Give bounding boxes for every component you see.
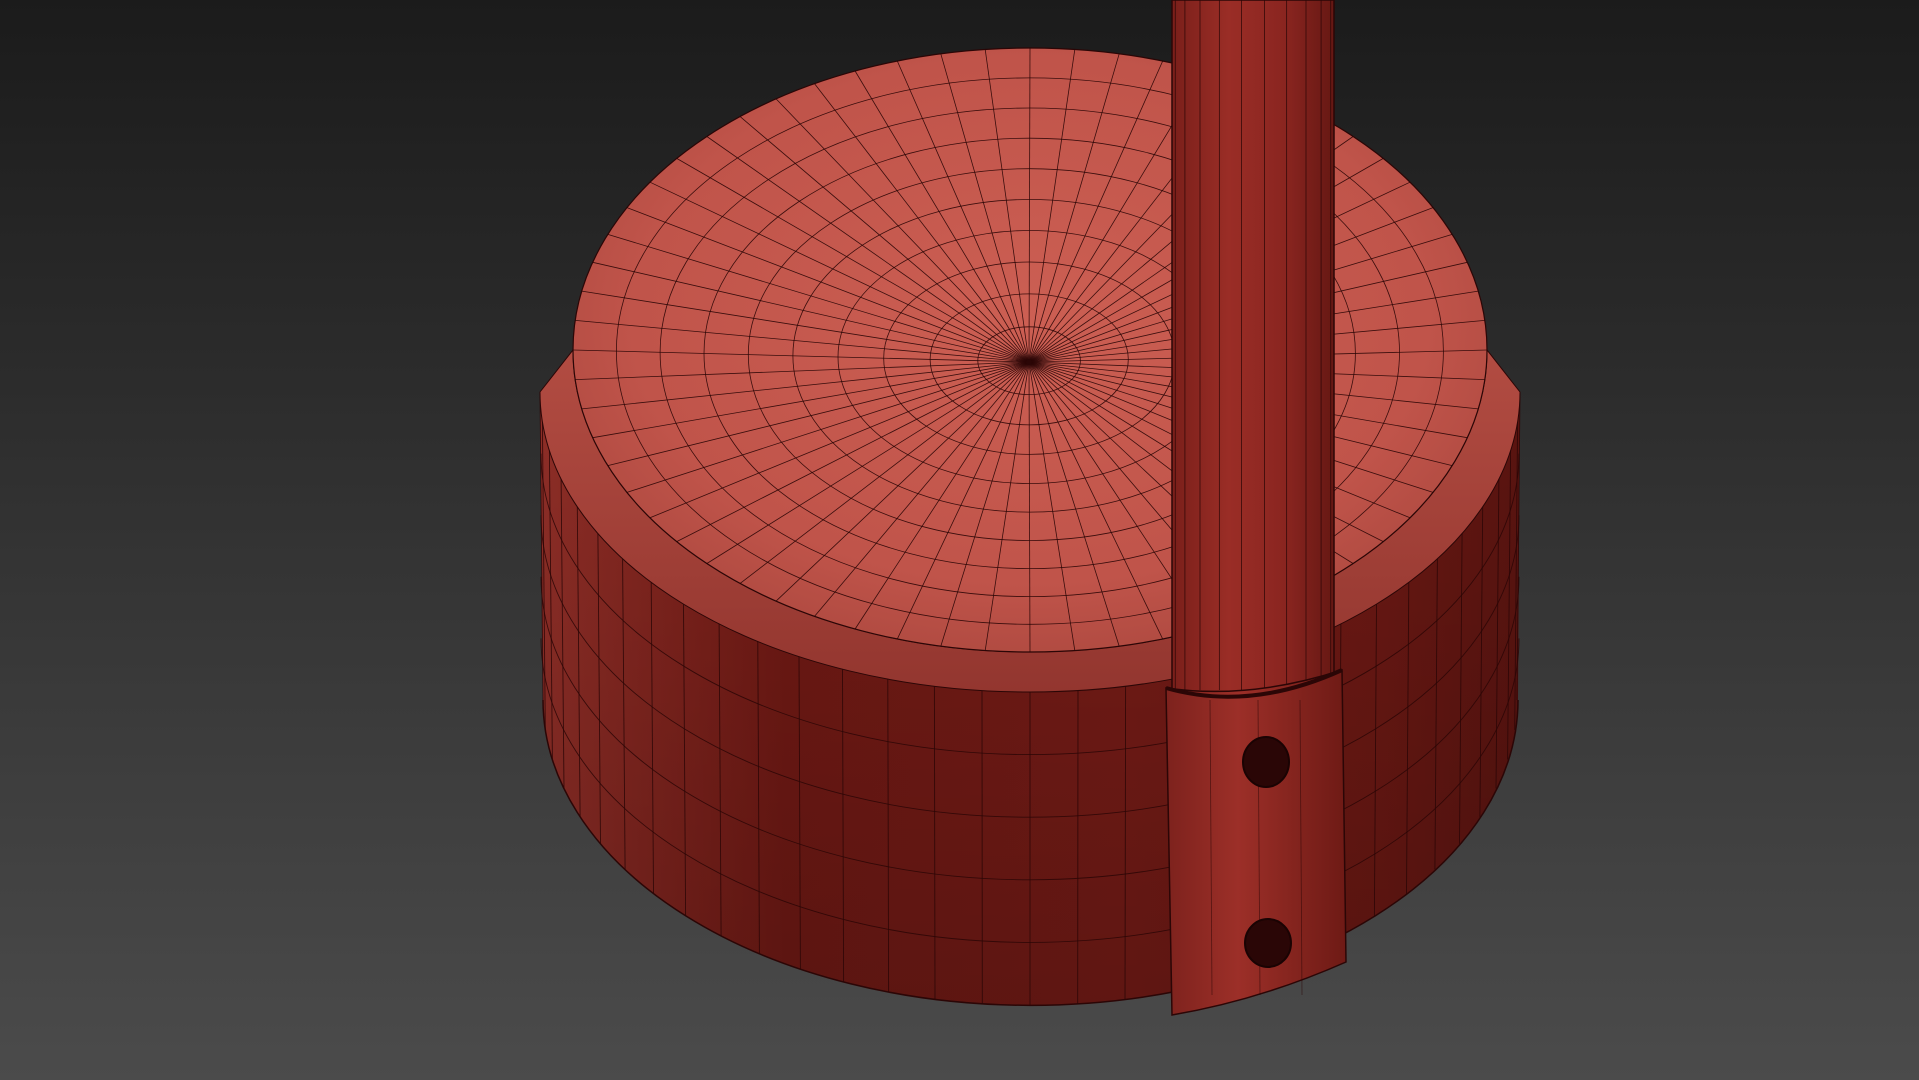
top-cap-center-vertex: [1026, 359, 1032, 365]
base-cylinder[interactable]: [539, 47, 1521, 1007]
bracket-bolt-hole-top: [1242, 736, 1290, 788]
side-wire-line: [933, 686, 936, 1000]
pole-body: [1171, 0, 1335, 721]
mounting-bracket[interactable]: [1165, 668, 1347, 1016]
pole[interactable]: [1171, 0, 1335, 721]
scene-canvas[interactable]: [0, 0, 1919, 1080]
3d-viewport[interactable]: [0, 0, 1919, 1080]
bracket-bolt-hole-bottom: [1244, 918, 1292, 968]
side-wire-line: [1124, 686, 1127, 1000]
